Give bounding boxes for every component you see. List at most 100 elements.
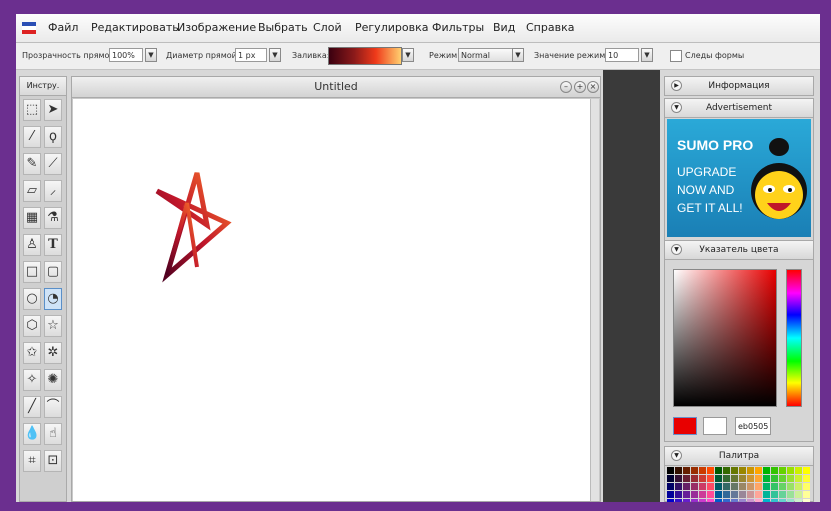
palette-swatch[interactable] (675, 499, 682, 502)
stamp-tool-icon[interactable]: ♙ (23, 234, 41, 256)
palette-swatch[interactable] (675, 467, 682, 474)
gradient-tool-icon[interactable]: ▦ (23, 207, 41, 229)
palette-swatch[interactable] (683, 499, 690, 502)
palette-swatch[interactable] (755, 467, 762, 474)
palette-swatch[interactable] (739, 467, 746, 474)
palette-swatch[interactable] (803, 475, 810, 482)
palette-swatch[interactable] (707, 491, 714, 498)
palette-swatch[interactable] (779, 499, 786, 502)
palette-swatch[interactable] (795, 467, 802, 474)
palette-swatch[interactable] (755, 475, 762, 482)
palette-swatch[interactable] (667, 475, 674, 482)
palette-swatch[interactable] (787, 491, 794, 498)
pencil-tool-icon[interactable]: ✎ (23, 153, 41, 175)
color-palette-grid[interactable] (667, 467, 811, 502)
drawing-canvas[interactable] (73, 99, 590, 501)
palette-swatch[interactable] (763, 499, 770, 502)
collapse-icon[interactable]: ▼ (671, 244, 682, 255)
menu-edit[interactable]: Редактировать (91, 21, 179, 34)
text-tool-icon[interactable]: T (44, 234, 62, 256)
secondary-color-swatch[interactable] (703, 417, 727, 435)
menu-select[interactable]: Выбрать (258, 21, 308, 34)
palette-swatch[interactable] (787, 483, 794, 490)
brush-tool-icon[interactable]: ⟋ (44, 153, 62, 175)
palette-swatch[interactable] (747, 467, 754, 474)
shape-trail-checkbox[interactable] (670, 50, 682, 62)
badge-tool-icon[interactable]: ✧ (23, 369, 41, 391)
zoom-frame-tool-icon[interactable]: ⊡ (44, 450, 62, 472)
polygon-tool-icon[interactable]: ⬡ (23, 315, 41, 337)
palette-panel-header[interactable]: ▼ Палитра (665, 447, 813, 466)
palette-swatch[interactable] (691, 483, 698, 490)
palette-swatch[interactable] (691, 475, 698, 482)
eraser-tool-icon[interactable]: ▱ (23, 180, 41, 202)
palette-swatch[interactable] (731, 475, 738, 482)
minimize-icon[interactable]: – (560, 81, 572, 93)
palette-swatch[interactable] (723, 475, 730, 482)
palette-swatch[interactable] (747, 483, 754, 490)
palette-swatch[interactable] (715, 475, 722, 482)
palette-swatch[interactable] (707, 483, 714, 490)
palette-swatch[interactable] (691, 499, 698, 502)
palette-swatch[interactable] (787, 467, 794, 474)
palette-swatch[interactable] (715, 491, 722, 498)
mode-value-input[interactable]: 10 (605, 48, 639, 62)
palette-swatch[interactable] (779, 475, 786, 482)
crop-tool-icon[interactable]: ⌗ (23, 450, 41, 472)
hex-color-input[interactable]: eb0505 (735, 417, 771, 435)
palette-swatch[interactable] (699, 483, 706, 490)
palette-swatch[interactable] (731, 483, 738, 490)
rounded-rect-tool-icon[interactable]: ▢ (44, 261, 62, 283)
palette-swatch[interactable] (699, 475, 706, 482)
menu-filters[interactable]: Фильтры (432, 21, 484, 34)
wand-tool-icon[interactable]: ⁄ (23, 126, 41, 148)
palette-swatch[interactable] (763, 483, 770, 490)
palette-swatch[interactable] (779, 467, 786, 474)
close-icon[interactable]: × (587, 81, 599, 93)
diameter-dropdown[interactable]: ▼ (269, 48, 281, 62)
palette-swatch[interactable] (707, 499, 714, 502)
palette-swatch[interactable] (667, 483, 674, 490)
palette-swatch[interactable] (707, 475, 714, 482)
palette-swatch[interactable] (795, 475, 802, 482)
palette-swatch[interactable] (747, 475, 754, 482)
rectangle-tool-icon[interactable]: □ (23, 261, 41, 283)
palette-swatch[interactable] (747, 491, 754, 498)
palette-swatch[interactable] (731, 491, 738, 498)
mode-value-dropdown[interactable]: ▼ (641, 48, 653, 62)
palette-swatch[interactable] (731, 499, 738, 502)
opacity-dropdown[interactable]: ▼ (145, 48, 157, 62)
palette-swatch[interactable] (667, 499, 674, 502)
palette-swatch[interactable] (795, 491, 802, 498)
fill-tool-icon[interactable]: ⚗ (44, 207, 62, 229)
clone-tool-icon[interactable]: ⸝ (44, 180, 62, 202)
menu-file[interactable]: Файл (48, 21, 78, 34)
palette-swatch[interactable] (795, 499, 802, 502)
marquee-tool-icon[interactable]: ⬚ (23, 99, 41, 121)
opacity-input[interactable]: 100% (109, 48, 143, 62)
menu-view[interactable]: Вид (493, 21, 515, 34)
palette-swatch[interactable] (803, 499, 810, 502)
custom-shape-tool-icon[interactable]: ◔ (44, 288, 62, 310)
palette-swatch[interactable] (795, 483, 802, 490)
palette-swatch[interactable] (675, 491, 682, 498)
palette-swatch[interactable] (723, 499, 730, 502)
palette-swatch[interactable] (667, 467, 674, 474)
palette-swatch[interactable] (771, 467, 778, 474)
palette-swatch[interactable] (715, 499, 722, 502)
palette-swatch[interactable] (683, 491, 690, 498)
palette-swatch[interactable] (787, 475, 794, 482)
ellipse-tool-icon[interactable]: ○ (23, 288, 41, 310)
maximize-icon[interactable]: + (574, 81, 586, 93)
palette-swatch[interactable] (691, 491, 698, 498)
info-panel-header[interactable]: ▶ Информация (665, 77, 813, 96)
palette-swatch[interactable] (683, 475, 690, 482)
palette-swatch[interactable] (779, 491, 786, 498)
saturation-field[interactable] (673, 269, 777, 407)
palette-swatch[interactable] (683, 467, 690, 474)
canvas-scrollbar[interactable] (590, 99, 599, 501)
palette-swatch[interactable] (667, 491, 674, 498)
primary-color-swatch[interactable] (673, 417, 697, 435)
menu-image[interactable]: Изображение (177, 21, 256, 34)
palette-swatch[interactable] (675, 483, 682, 490)
